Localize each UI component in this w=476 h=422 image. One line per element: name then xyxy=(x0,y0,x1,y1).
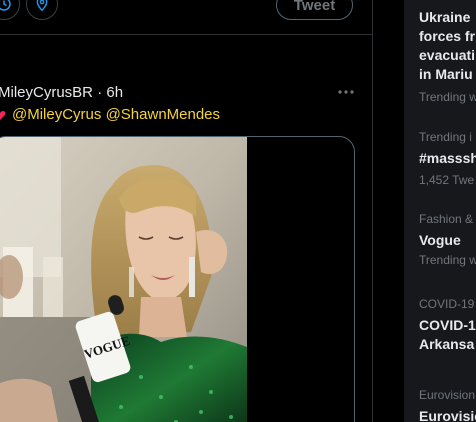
trends-sidebar: Ukraine forces fr evacuati in Mariu Tren… xyxy=(404,0,476,422)
trend-title-line: Arkansa xyxy=(419,336,475,352)
trend-item-covid[interactable]: COVID-19 COVID-1 Arkansa xyxy=(419,297,476,354)
trend-meta: Trending i xyxy=(419,130,472,144)
trend-item-eurovision[interactable]: Eurovision Eurovisio xyxy=(419,388,476,422)
trend-meta: Fashion & xyxy=(419,212,474,226)
timeline-column: Tweet MileyCyrusBR · 6h @MileyCyrus @Sha… xyxy=(0,0,373,422)
location-icon[interactable] xyxy=(26,0,58,20)
trend-title: Eurovisio xyxy=(419,408,476,422)
trend-item-ukraine[interactable]: Ukraine forces fr evacuati in Mariu Tren… xyxy=(419,8,476,104)
tweet-mentions[interactable]: @MileyCyrus @ShawnMendes xyxy=(12,106,220,123)
trend-sub: Trending w xyxy=(419,253,476,267)
header-separator: · xyxy=(97,84,103,101)
sparkling-heart-icon xyxy=(0,110,6,120)
trend-item-vogue[interactable]: Fashion & Vogue Trending w xyxy=(419,212,476,267)
trend-meta: Eurovision xyxy=(419,388,476,402)
schedule-icon[interactable] xyxy=(0,0,20,20)
more-horizontal-icon[interactable] xyxy=(336,83,356,101)
trend-title-line: evacuati xyxy=(419,47,476,63)
trend-item-masssh[interactable]: Trending i #masssh 1,452 Twe xyxy=(419,130,476,187)
author-name[interactable]: MileyCyrusBR xyxy=(0,84,93,101)
tweet-media[interactable]: VOGUE xyxy=(0,136,355,422)
trend-meta: COVID-19 xyxy=(419,297,475,311)
trend-title-line: COVID-1 xyxy=(419,317,476,333)
trend-title: Vogue xyxy=(419,232,461,248)
trend-title-line: Ukraine xyxy=(419,9,471,25)
composer-toolbar: Tweet xyxy=(0,0,372,35)
tweet-header: MileyCyrusBR · 6h xyxy=(0,84,123,101)
tweet-button[interactable]: Tweet xyxy=(276,0,353,20)
trend-title-line: forces fr xyxy=(419,28,476,44)
tweet-time[interactable]: 6h xyxy=(106,84,123,101)
trend-count: 1,452 Twe xyxy=(419,173,475,187)
trend-title: #masssh xyxy=(419,150,476,166)
video-still[interactable]: VOGUE xyxy=(0,137,247,422)
trend-meta: Trending w xyxy=(419,90,476,104)
trend-title-line: in Mariu xyxy=(419,66,473,82)
tweet-text: @MileyCyrus @ShawnMendes xyxy=(0,106,220,123)
twitter-page: Tweet MileyCyrusBR · 6h @MileyCyrus @Sha… xyxy=(0,0,476,422)
